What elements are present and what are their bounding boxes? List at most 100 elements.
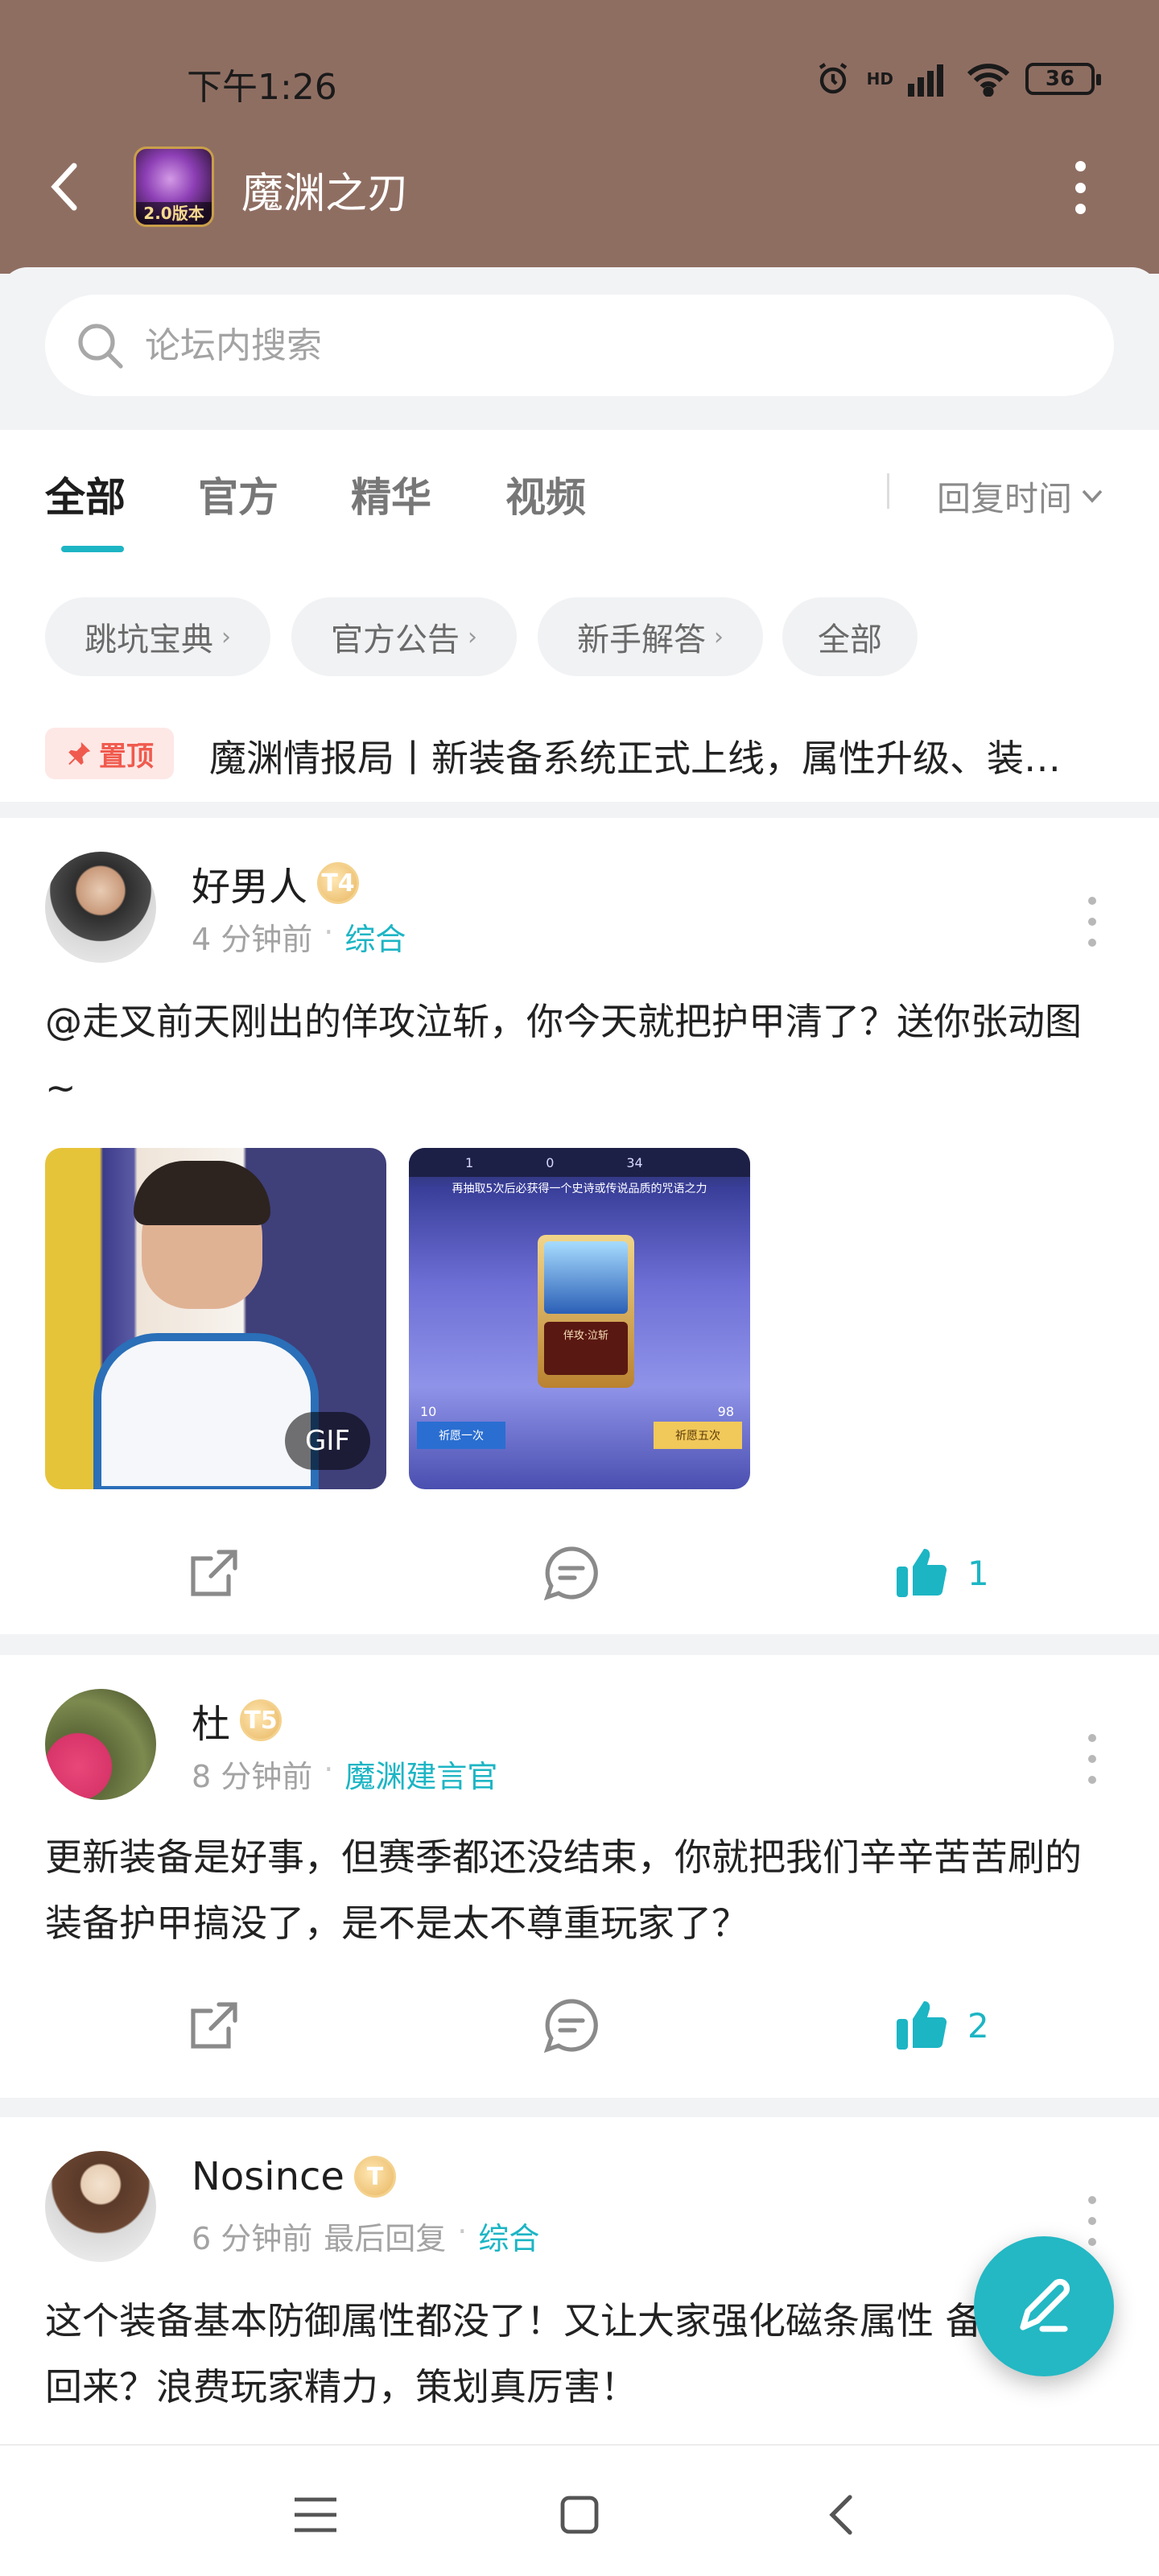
- post-meta: 8 分钟前 · 魔渊建言官: [192, 1752, 497, 1796]
- avatar[interactable]: [45, 1689, 156, 1800]
- share-button[interactable]: [184, 1985, 245, 2066]
- chevron-right-icon: ›: [468, 622, 477, 651]
- forum-title: 魔渊之刃: [241, 170, 410, 218]
- pinned-post-title[interactable]: 魔渊情报局丨新装备系统正式上线，属性升级、装…: [209, 729, 1119, 782]
- chip-newbie[interactable]: 新手解答 ›: [538, 597, 763, 676]
- post-card[interactable]: 杜 T5 8 分钟前 · 魔渊建言官 更新装备是好事，但赛季都还没结束，你就把我…: [0, 1655, 1159, 2098]
- post-image-gif[interactable]: GIF: [45, 1148, 386, 1489]
- divider: [887, 473, 889, 509]
- level-badge: T: [353, 2156, 396, 2198]
- like-button[interactable]: 2: [892, 1985, 989, 2066]
- chip-label: 官方公告: [331, 621, 460, 658]
- status-time: 下午1:26: [187, 67, 337, 108]
- battery-indicator: 36: [1025, 63, 1101, 95]
- game-icon-badge: 2.0版本: [136, 202, 212, 225]
- tabs-area: 全部 官方 精华 视频 回复时间 跳坑宝典 › 官方公告 › 新手解答 › 全部 置顶…: [0, 430, 1159, 802]
- chip-label: 全部: [818, 621, 882, 658]
- pin-icon: [68, 741, 91, 766]
- home-icon: [560, 2496, 599, 2534]
- comment-icon: [543, 1999, 598, 2054]
- comment-button[interactable]: [541, 1985, 602, 2066]
- game-card: 佯攻·泣斩: [538, 1235, 634, 1388]
- back-icon: [51, 163, 77, 211]
- post-image-screenshot[interactable]: 1 0 34 再抽取5次后必获得一个史诗或传说品质的咒语之力 佯攻·泣斩 10 …: [409, 1148, 750, 1489]
- share-icon: [191, 2002, 237, 2049]
- post-card[interactable]: 好男人 T4 4 分钟前 · 综合 @走叉前天刚出的佯攻泣斩，你今天就把护甲清了…: [0, 818, 1159, 1634]
- like-count: 2: [967, 2005, 989, 2046]
- chip-label: 新手解答: [577, 621, 706, 658]
- like-button[interactable]: 1: [892, 1533, 989, 1613]
- wifi-icon: [967, 64, 1010, 97]
- search-input[interactable]: [145, 324, 1030, 366]
- post-body: 更新装备是好事，但赛季都还没结束，你就把我们辛辛苦苦刷的装备护甲搞没了，是不是太…: [45, 1835, 1082, 1945]
- more-vertical-icon[interactable]: [1088, 897, 1098, 947]
- chevron-right-icon: ›: [714, 622, 724, 651]
- thumbs-up-icon: [897, 2001, 947, 2050]
- status-icons: HD 36: [814, 60, 1101, 98]
- chip-all[interactable]: 全部: [782, 597, 918, 676]
- alarm-icon: [819, 63, 847, 94]
- like-count: 1: [967, 1553, 989, 1593]
- gif-tag: GIF: [285, 1412, 370, 1470]
- post-body: 这个装备基本防御属性都没了！又让大家强化磁条属性 备！再加回来？浪费玩家精力，策…: [45, 2299, 1094, 2409]
- tab-all[interactable]: 全部: [45, 465, 126, 523]
- comment-icon: [543, 1546, 598, 1601]
- post-author[interactable]: 好男人 T4: [192, 855, 360, 911]
- back-button[interactable]: [40, 158, 89, 216]
- game-icon: 2.0版本: [134, 147, 214, 227]
- post-category[interactable]: 综合: [478, 2214, 539, 2258]
- home-button[interactable]: [547, 2483, 612, 2547]
- menu-icon: [295, 2497, 336, 2533]
- game-topbar: 1 0 34: [409, 1148, 750, 1177]
- separator: ·: [457, 2214, 468, 2249]
- post-actions: 2: [0, 1985, 1159, 2066]
- post-category[interactable]: 综合: [344, 914, 406, 959]
- sort-dropdown[interactable]: 回复时间: [937, 472, 1103, 521]
- menu-button[interactable]: [283, 2483, 348, 2547]
- more-vertical-icon[interactable]: [1088, 2196, 1098, 2246]
- comment-button[interactable]: [541, 1533, 602, 1613]
- post-body: @走叉前天刚出的佯攻泣斩，你今天就把护甲清了？送你张动图 ~: [45, 1000, 1082, 1109]
- share-button[interactable]: [184, 1533, 245, 1613]
- search-box[interactable]: [45, 295, 1114, 396]
- game-button-once: 祈愿一次: [417, 1422, 505, 1449]
- post-time: 8 分钟前: [192, 1759, 313, 1794]
- post-author[interactable]: Nosince T: [192, 2154, 396, 2199]
- active-tab-indicator: [61, 546, 124, 552]
- post-time: 6 分钟前: [192, 2221, 313, 2256]
- edit-icon: [1020, 2278, 1070, 2332]
- post-category[interactable]: 魔渊建言官: [344, 1752, 497, 1796]
- tab-featured[interactable]: 精华: [351, 465, 431, 523]
- back-nav-icon: [829, 2495, 852, 2535]
- game-button-five: 祈愿五次: [654, 1422, 742, 1449]
- post-meta: 4 分钟前 · 综合: [192, 914, 406, 959]
- signal-icon: [908, 64, 943, 97]
- post-time: 4 分钟前: [192, 922, 313, 957]
- post-author[interactable]: 杜 T5: [192, 1692, 283, 1748]
- chip-announcement[interactable]: 官方公告 ›: [291, 597, 517, 676]
- chip-label: 跳坑宝典: [85, 621, 213, 658]
- system-nav-bar: [0, 2444, 1159, 2576]
- sort-label: 回复时间: [937, 479, 1073, 518]
- back-nav-button[interactable]: [808, 2483, 872, 2547]
- separator: ·: [324, 1752, 334, 1787]
- search-icon: [78, 324, 123, 369]
- avatar[interactable]: [45, 2151, 156, 2262]
- avatar[interactable]: [45, 852, 156, 963]
- post-images: GIF 1 0 34 再抽取5次后必获得一个史诗或传说品质的咒语之力 佯攻·泣斩…: [45, 1148, 750, 1489]
- tab-video[interactable]: 视频: [505, 465, 586, 523]
- app-header: 下午1:26 HD 36 2.0版本 魔渊之刃: [0, 0, 1159, 274]
- more-vertical-icon[interactable]: [1088, 1734, 1098, 1784]
- last-reply-label: 最后回复: [324, 2221, 447, 2256]
- chevron-right-icon: ›: [221, 622, 231, 651]
- post-meta: 6 分钟前 最后回复 · 综合: [192, 2214, 539, 2258]
- chip-guide[interactable]: 跳坑宝典 ›: [45, 597, 270, 676]
- post-actions: 1: [0, 1533, 1159, 1613]
- more-vertical-icon[interactable]: [1064, 161, 1096, 214]
- thumbs-up-icon: [897, 1549, 947, 1597]
- tab-official[interactable]: 官方: [198, 465, 278, 523]
- network-label: HD: [866, 69, 893, 89]
- compose-button[interactable]: [974, 2236, 1114, 2376]
- search-area: [0, 267, 1159, 430]
- share-icon: [191, 1550, 237, 1596]
